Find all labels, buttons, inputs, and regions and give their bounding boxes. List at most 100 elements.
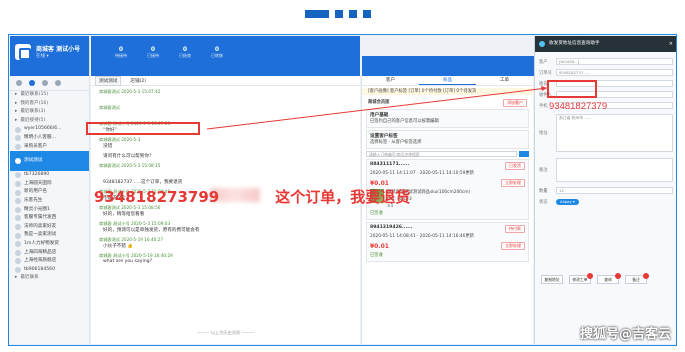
field-input[interactable]: 浙江省 杭州市 ......: [556, 114, 673, 152]
sidebar-contact[interactable]: 我是一卖家测试: [10, 231, 89, 240]
sidebar-item-label: 新的用户名: [24, 189, 47, 195]
field-label: 订单号: [539, 70, 552, 76]
avatar: [15, 224, 21, 231]
sidebar-contact[interactable]: 精明小人客服...: [10, 134, 89, 143]
avatar: [15, 206, 21, 213]
sidebar-contact[interactable]: 上海经海旗舰店: [10, 257, 89, 266]
sidebar-item-label: 采购员客户: [24, 143, 47, 149]
field-input[interactable]: [tb3458...]: [556, 58, 673, 65]
sidebar-group[interactable]: ▸ 最近接待(5): [10, 117, 89, 126]
tab-ticket[interactable]: 工单: [476, 76, 533, 85]
order-action-button[interactable]: 立即处理: [501, 179, 525, 187]
shop-name: 商城客 测试小号: [36, 46, 81, 53]
search-icon[interactable]: [519, 151, 529, 157]
stat-served[interactable]: 0 已接待: [141, 46, 165, 59]
stat-ended[interactable]: 0 已结束: [173, 46, 197, 59]
group-icon[interactable]: [42, 80, 48, 86]
sidebar-group[interactable]: ▸ 最近联系(15): [10, 91, 89, 100]
carousel-pager: [305, 10, 371, 18]
sidebar-item-label: 精明小人客服...: [24, 134, 56, 140]
order-action-button[interactable]: 立即处理: [501, 242, 525, 250]
contacts-icon[interactable]: [29, 80, 35, 86]
avatar: [15, 232, 21, 239]
helper-actions: 复制地址 修改工单 查询 备注: [541, 273, 649, 284]
sidebar-group[interactable]: ▸ 最近联系: [10, 274, 89, 283]
field-input[interactable]: 9348182737......: [556, 69, 673, 76]
helper-fields: 客户 [tb3458...] 订单号 9348182737...... 收货 收件人 手机地…: [535, 52, 676, 207]
field-label: 状态: [539, 199, 548, 205]
sidebar-item-label: 最近接待(5): [20, 117, 46, 123]
sidebar-contact[interactable]: 上海圆天国际: [10, 180, 89, 189]
sidebar-item-label: 精灵小光圈1: [24, 206, 50, 212]
shop-status-dropdown[interactable]: 在线 ▾: [36, 53, 49, 59]
order-status: 待付款: [505, 225, 525, 233]
order-search-input[interactable]: 请输入订单编号/商品名称搜索: [366, 151, 517, 157]
field-label: 客户: [539, 59, 548, 65]
stat-transferred[interactable]: 0 已转移: [205, 46, 229, 59]
tab-goods[interactable]: 商品: [419, 76, 476, 85]
sidebar-contact[interactable]: 采购员客户: [10, 143, 89, 152]
sidebar-item-label: 我的客户(16): [20, 100, 49, 106]
message-list: 商城客测试 2020-5-3 15:07:42 商城客测试 商城客 测试小号 202…: [91, 86, 360, 269]
header-stats: 0 待接待 0 已接待 0 已结束 0 已转移: [91, 36, 360, 76]
close-icon[interactable]: ×: [669, 36, 673, 52]
sidebar-contact[interactable]: wyer105666/6...: [10, 125, 89, 134]
helper-action-button[interactable]: 修改工单: [569, 273, 593, 284]
sidebar-item-label: 最近联系(3): [20, 109, 46, 115]
sidebar-contact[interactable]: 上海四海精品店: [10, 249, 89, 258]
tab-shop[interactable]: 店铺(2): [127, 77, 149, 85]
pager-dot-active[interactable]: [305, 10, 329, 18]
sidebar-contact[interactable]: tb7326890: [10, 171, 89, 180]
sidebar-contact[interactable]: 精灵小光圈1: [10, 206, 89, 215]
sidebar-item-label: 法师的卖家好友: [24, 223, 57, 229]
logistics-status: 已签收: [370, 253, 383, 258]
tab-customer[interactable]: 客户: [362, 76, 419, 85]
recent-icon[interactable]: [16, 80, 22, 86]
order-number[interactable]: 8941319426......: [370, 225, 412, 233]
settings-icon[interactable]: [55, 80, 61, 86]
chevron-right-icon: ▸: [15, 92, 18, 97]
status-dropdown[interactable]: Alipay ▾: [556, 198, 579, 205]
sidebar-group[interactable]: ▸ 我的客户(16): [10, 100, 89, 109]
sidebar-item-label: wyer105666/6...: [24, 126, 62, 132]
sidebar-contact[interactable]: 1m人力好物发货: [10, 240, 89, 249]
customer-summary: [客户画像] 客户标签 [订单] 0个待付款 [订单] 0个待发货: [362, 88, 533, 95]
field-input[interactable]: 12: [556, 187, 673, 194]
avatar: [15, 143, 21, 150]
field-label: 备注: [539, 168, 548, 173]
helper-field: 状态 Alipay ▾: [535, 196, 676, 207]
helper-action-button[interactable]: 复制地址: [541, 275, 563, 284]
sidebar-contact[interactable]: 新的用户名: [10, 188, 89, 197]
badge-icon: [587, 273, 593, 279]
add-customer-button[interactable]: 添加客户: [503, 99, 527, 107]
avatar: [15, 158, 21, 165]
avatar: [15, 215, 21, 222]
avatar: [15, 258, 21, 265]
field-input[interactable]: [556, 158, 673, 182]
order-number-callout: 93481827379: [549, 101, 608, 112]
sidebar-contact[interactable]: 客服专属代发西: [10, 214, 89, 223]
sidebar-contact[interactable]: 法师的卖家好友: [10, 223, 89, 232]
pager-dot[interactable]: [363, 10, 371, 18]
field-label: 数量: [539, 188, 548, 194]
helper-action-button[interactable]: 备注: [625, 273, 649, 284]
helper-field: 地址 浙江省 杭州市 ......: [535, 111, 676, 155]
sidebar-contact[interactable]: 乐客先生: [10, 197, 89, 206]
sidebar-contact[interactable]: 测试测试: [10, 151, 89, 172]
helper-action-button[interactable]: 查询: [597, 273, 621, 284]
pager-dot[interactable]: [335, 10, 343, 18]
chevron-right-icon: ▸: [15, 117, 18, 123]
order-number[interactable]: 884311171......: [370, 162, 409, 170]
sidebar-contact[interactable]: tb906184560: [10, 266, 89, 275]
stat-waiting[interactable]: 0 待接待: [109, 46, 133, 59]
contact-list: ▸ 最近联系(15) ▸ 我的客户(16) ▸ 最近联系(3) ▸ 最近接待(5) wyer10…: [10, 91, 89, 283]
badge-icon: [643, 273, 649, 279]
chat-panel: 测试测试 店铺(2) 商城客测试 2020-5-3 15:07:42 商城客测试商…: [91, 75, 360, 344]
order-field-highlight: [547, 80, 597, 98]
avatar: [15, 198, 21, 205]
helper-field: 订单号 9348182737......: [535, 67, 676, 78]
chevron-right-icon: ▸: [15, 109, 18, 115]
sidebar-group[interactable]: ▸ 最近联系(3): [10, 108, 89, 117]
pager-dot[interactable]: [349, 10, 357, 18]
tab-current-chat[interactable]: 测试测试: [95, 75, 122, 86]
